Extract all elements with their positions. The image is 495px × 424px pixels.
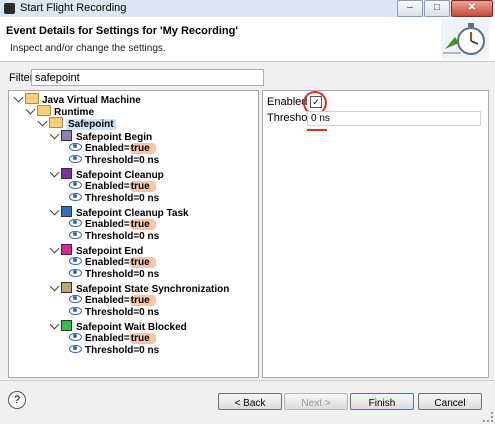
help-icon[interactable]: ?: [8, 391, 26, 409]
tree-property-threshold[interactable]: Threshold=0 ns: [69, 155, 159, 167]
tree-node-event[interactable]: Safepoint Begin: [49, 129, 152, 143]
expand-arrow-icon[interactable]: [49, 243, 60, 254]
maximize-button[interactable]: □: [424, 0, 450, 17]
eye-icon: [69, 155, 82, 163]
expand-arrow-icon[interactable]: [13, 92, 24, 103]
tree-node-event[interactable]: Safepoint Cleanup Task: [49, 205, 189, 219]
wizard-header: Event Details for Settings for 'My Recor…: [0, 17, 495, 62]
tree-property-enabled[interactable]: Enabled=true: [69, 295, 156, 307]
wizard-footer: ? < Back Next > Finish Cancel: [0, 380, 495, 424]
tree-node-event[interactable]: Safepoint Wait Blocked: [49, 319, 187, 333]
event-color-swatch: [61, 168, 72, 179]
tree-property-enabled[interactable]: Enabled=true: [69, 181, 156, 193]
window-controls: – □ ✕: [397, 0, 493, 17]
tree-property-threshold[interactable]: Threshold=0 ns: [69, 193, 159, 205]
expand-arrow-icon[interactable]: [49, 167, 60, 178]
event-color-swatch: [61, 130, 72, 141]
tree-node-runtime[interactable]: Runtime: [25, 104, 94, 118]
app-icon: [4, 3, 15, 14]
tree-node-event[interactable]: Safepoint Cleanup: [49, 167, 164, 181]
folder-icon: [49, 117, 63, 128]
eye-icon: [69, 193, 82, 201]
threshold-input[interactable]: 0 ns: [307, 111, 481, 126]
eye-icon: [69, 333, 82, 341]
properties-pane: Enabled ✓ Threshold 0 ns: [262, 90, 489, 378]
event-tree[interactable]: Java Virtual Machine Runtime Safepoint S…: [8, 90, 259, 378]
tree-property-threshold[interactable]: Threshold=0 ns: [69, 231, 159, 243]
folder-icon: [25, 93, 39, 104]
page-subtitle: Inspect and/or change the settings.: [10, 43, 166, 54]
eye-icon: [69, 181, 82, 189]
expand-arrow-icon[interactable]: [49, 319, 60, 330]
eye-icon: [69, 231, 82, 239]
finish-button[interactable]: Finish: [350, 393, 414, 410]
wizard-content: Filter: Java Virtual Machine Runtime Saf…: [0, 62, 495, 380]
eye-icon: [69, 269, 82, 277]
expand-arrow-icon[interactable]: [37, 116, 48, 127]
tree-property-enabled[interactable]: Enabled=true: [69, 257, 156, 269]
event-color-swatch: [61, 244, 72, 255]
tree-property-threshold[interactable]: Threshold=0 ns: [69, 269, 159, 281]
event-color-swatch: [61, 282, 72, 293]
resize-grip[interactable]: [483, 412, 493, 422]
tree-property-enabled[interactable]: Enabled=true: [69, 143, 156, 155]
eye-icon: [69, 295, 82, 303]
eye-icon: [69, 345, 82, 353]
cancel-button[interactable]: Cancel: [418, 393, 482, 410]
tree-node-safepoint[interactable]: Safepoint: [37, 116, 116, 130]
expand-arrow-icon[interactable]: [25, 104, 36, 115]
tree-property-threshold[interactable]: Threshold=0 ns: [69, 345, 159, 357]
stopwatch-icon: [441, 19, 489, 59]
tree-property-threshold[interactable]: Threshold=0 ns: [69, 307, 159, 319]
tree-property-enabled[interactable]: Enabled=true: [69, 219, 156, 231]
eye-icon: [69, 219, 82, 227]
tree-node-event[interactable]: Safepoint End: [49, 243, 143, 257]
tree-node-event[interactable]: Safepoint State Synchronization: [49, 281, 229, 295]
close-button[interactable]: ✕: [451, 0, 493, 17]
tree-node-jvm[interactable]: Java Virtual Machine: [13, 92, 141, 106]
expand-arrow-icon[interactable]: [49, 205, 60, 216]
event-color-swatch: [61, 206, 72, 217]
minimize-button[interactable]: –: [397, 0, 423, 17]
eye-icon: [69, 257, 82, 265]
enabled-label: Enabled: [267, 96, 308, 108]
tree-property-enabled[interactable]: Enabled=true: [69, 333, 156, 345]
eye-icon: [69, 143, 82, 151]
annotation-underline: [307, 129, 327, 131]
folder-icon: [37, 105, 51, 116]
expand-arrow-icon[interactable]: [49, 281, 60, 292]
eye-icon: [69, 307, 82, 315]
event-color-swatch: [61, 320, 72, 331]
filter-input[interactable]: [31, 69, 264, 86]
expand-arrow-icon[interactable]: [49, 129, 60, 140]
window-title: Start Flight Recording: [20, 2, 127, 14]
page-title: Event Details for Settings for 'My Recor…: [6, 25, 238, 37]
title-bar: Start Flight Recording – □ ✕: [0, 0, 495, 18]
next-button[interactable]: Next >: [284, 393, 348, 410]
back-button[interactable]: < Back: [218, 393, 282, 410]
